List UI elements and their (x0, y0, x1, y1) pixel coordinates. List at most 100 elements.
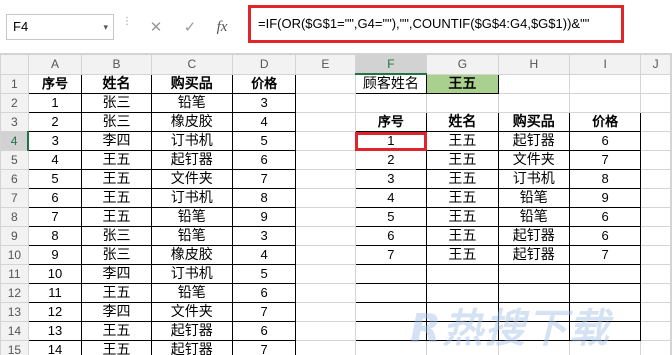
cell-j4[interactable] (640, 131, 671, 151)
cell-j15[interactable] (640, 340, 671, 355)
cell-j9[interactable] (640, 226, 671, 246)
cell-j2[interactable] (640, 93, 671, 113)
name-box[interactable]: F4 ▾ (6, 14, 114, 40)
cell-c12[interactable]: 铅笔 (150, 283, 233, 303)
row-header-4[interactable]: 4 (0, 131, 30, 151)
cell-g9[interactable]: 王五 (426, 226, 499, 246)
cell-e8[interactable] (295, 207, 356, 227)
cell-e3[interactable] (295, 112, 356, 132)
cell-a1[interactable]: 序号 (27, 73, 83, 94)
cell-i10[interactable]: 7 (569, 245, 642, 265)
cell-h10[interactable]: 起钉器 (497, 245, 571, 265)
cell-e7[interactable] (295, 188, 356, 208)
cell-c1[interactable]: 购买品 (150, 73, 233, 94)
cell-b3[interactable]: 张三 (81, 112, 152, 132)
row-header-7[interactable]: 7 (0, 188, 29, 208)
cell-a8[interactable]: 7 (27, 207, 83, 227)
row-header-10[interactable]: 10 (0, 245, 29, 265)
cell-d8[interactable]: 9 (231, 207, 297, 227)
cell-g10[interactable]: 王五 (426, 245, 499, 265)
cell-e5[interactable] (295, 150, 356, 170)
cell-h2[interactable] (497, 93, 571, 113)
row-header-9[interactable]: 9 (0, 226, 29, 246)
cell-i9[interactable]: 6 (569, 226, 642, 246)
cell-j6[interactable] (640, 169, 671, 189)
cell-e10[interactable] (295, 245, 356, 265)
column-header-d[interactable]: D (231, 54, 297, 75)
cell-h1[interactable] (497, 73, 571, 94)
cancel-icon[interactable]: ✕ (146, 15, 166, 39)
cell-e9[interactable] (295, 226, 356, 246)
cell-d2[interactable]: 3 (231, 93, 297, 113)
cell-h4[interactable]: 起钉器 (497, 131, 571, 151)
column-header-c[interactable]: C (150, 54, 233, 75)
cell-a9[interactable]: 8 (27, 226, 83, 246)
column-header-a[interactable]: A (27, 54, 83, 75)
cell-f3[interactable]: 序号 (354, 112, 428, 132)
cell-i11[interactable] (569, 264, 642, 284)
cell-f2[interactable] (354, 93, 428, 113)
cell-j8[interactable] (640, 207, 671, 227)
cell-j5[interactable] (640, 150, 671, 170)
cell-d12[interactable]: 6 (231, 283, 297, 303)
cell-e12[interactable] (295, 283, 356, 303)
cell-c3[interactable]: 橡皮胶 (150, 112, 233, 132)
cell-d9[interactable]: 3 (231, 226, 297, 246)
cell-d7[interactable]: 8 (231, 188, 297, 208)
cell-e6[interactable] (295, 169, 356, 189)
cell-j12[interactable] (640, 283, 671, 303)
row-header-1[interactable]: 1 (0, 73, 29, 94)
cell-c14[interactable]: 起钉器 (150, 321, 233, 341)
insert-function-icon[interactable]: fx (212, 15, 232, 39)
cell-e13[interactable] (295, 302, 356, 322)
cell-i8[interactable]: 6 (569, 207, 642, 227)
cell-a3[interactable]: 2 (27, 112, 83, 132)
cell-i2[interactable] (569, 93, 642, 113)
row-header-14[interactable]: 14 (0, 321, 29, 341)
cell-i3[interactable]: 价格 (569, 112, 642, 132)
column-header-e[interactable]: E (295, 54, 356, 75)
cell-h5[interactable]: 文件夹 (497, 150, 571, 170)
cell-f10[interactable]: 7 (354, 245, 428, 265)
cell-h3[interactable]: 购买品 (497, 112, 571, 132)
cell-b12[interactable]: 王五 (81, 283, 152, 303)
cell-g6[interactable]: 王五 (426, 169, 499, 189)
cell-c8[interactable]: 铅笔 (150, 207, 233, 227)
cell-c7[interactable]: 订书机 (150, 188, 233, 208)
cell-a12[interactable]: 11 (27, 283, 83, 303)
column-header-f[interactable]: F (354, 54, 428, 75)
cell-b4[interactable]: 李四 (81, 131, 152, 151)
cell-c2[interactable]: 铅笔 (150, 93, 233, 113)
cell-d5[interactable]: 6 (231, 150, 297, 170)
row-header-12[interactable]: 12 (0, 283, 29, 303)
cell-e15[interactable] (295, 340, 356, 355)
cell-d10[interactable]: 4 (231, 245, 297, 265)
row-header-3[interactable]: 3 (0, 112, 29, 132)
cell-j1[interactable] (640, 73, 671, 94)
cell-c10[interactable]: 橡皮胶 (150, 245, 233, 265)
column-header-b[interactable]: B (81, 54, 152, 75)
name-box-dropdown-icon[interactable]: ▾ (103, 15, 108, 39)
cell-c15[interactable]: 起钉器 (150, 340, 233, 355)
cell-b13[interactable]: 李四 (81, 302, 152, 322)
row-header-8[interactable]: 8 (0, 207, 29, 227)
cell-a10[interactable]: 9 (27, 245, 83, 265)
row-header-13[interactable]: 13 (0, 302, 29, 322)
cell-g8[interactable]: 王五 (426, 207, 499, 227)
cell-a7[interactable]: 6 (27, 188, 83, 208)
cell-a11[interactable]: 10 (27, 264, 83, 284)
cell-c11[interactable]: 订书机 (150, 264, 233, 284)
column-header-h[interactable]: H (497, 54, 571, 75)
cell-i7[interactable]: 9 (569, 188, 642, 208)
cell-f8[interactable]: 5 (354, 207, 428, 227)
cell-g11[interactable] (426, 264, 499, 284)
cell-j7[interactable] (640, 188, 671, 208)
cell-c13[interactable]: 文件夹 (150, 302, 233, 322)
cell-i4[interactable]: 6 (569, 131, 642, 151)
select-all-corner[interactable] (0, 54, 29, 75)
cell-a14[interactable]: 13 (27, 321, 83, 341)
cell-f1[interactable]: 顾客姓名 (354, 73, 428, 94)
cell-d1[interactable]: 价格 (231, 73, 297, 94)
column-header-i[interactable]: I (569, 54, 642, 75)
cell-e2[interactable] (295, 93, 356, 113)
